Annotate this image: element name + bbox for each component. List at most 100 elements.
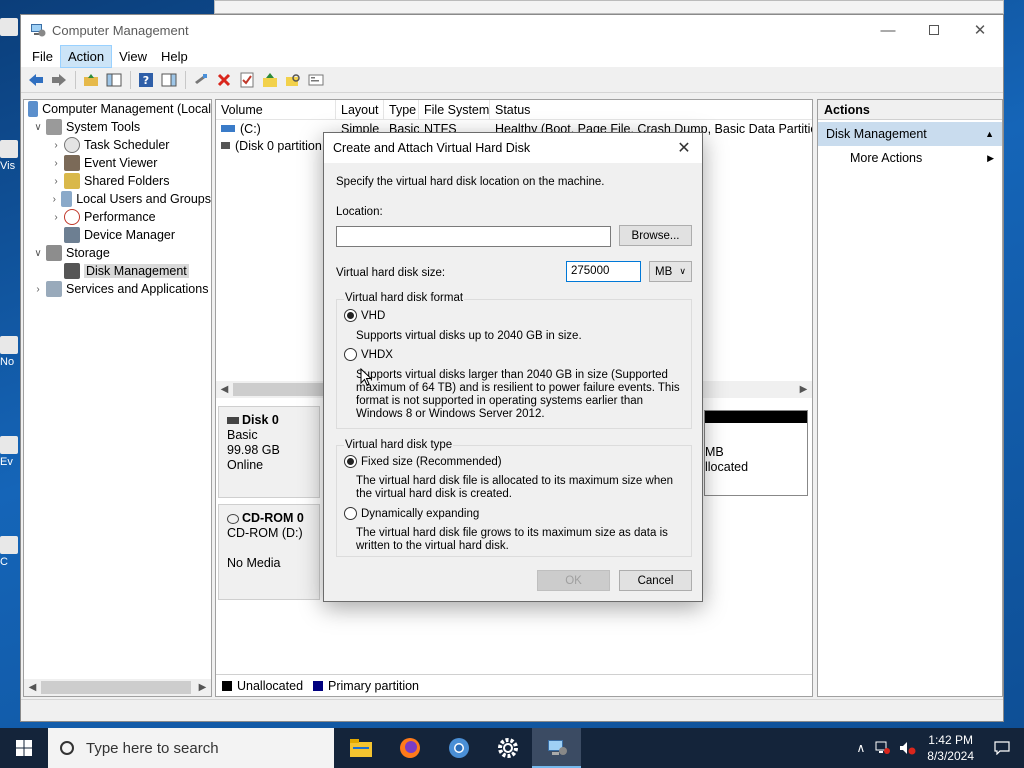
- location-input[interactable]: [336, 226, 611, 247]
- tree-item-disk-management[interactable]: Disk Management: [24, 262, 211, 280]
- taskbar-settings[interactable]: [483, 728, 532, 768]
- volume-cell: (Disk 0 partition: [216, 139, 336, 153]
- toolbar-separator: [75, 70, 76, 89]
- tree-item-storage[interactable]: ∨ Storage: [24, 244, 211, 262]
- tree-item-device-manager[interactable]: Device Manager: [24, 226, 211, 244]
- disk-0-label[interactable]: Disk 0 Basic 99.98 GB Online: [218, 406, 320, 498]
- start-button[interactable]: [0, 728, 48, 768]
- scroll-right-icon[interactable]: ▶: [194, 682, 211, 693]
- tree-item-performance[interactable]: › Performance: [24, 208, 211, 226]
- cancel-button[interactable]: Cancel: [619, 570, 692, 591]
- scrollbar-thumb[interactable]: [233, 383, 323, 396]
- properties-icon: [308, 74, 323, 85]
- cdrom-0-label[interactable]: CD-ROM 0 CD-ROM (D:) No Media: [218, 504, 320, 600]
- desktop-icon[interactable]: No: [0, 336, 22, 368]
- up-folder-button[interactable]: [80, 70, 101, 90]
- chevron-right-icon[interactable]: ›: [50, 158, 62, 169]
- taskbar-chrome[interactable]: [434, 728, 483, 768]
- check-button[interactable]: [236, 70, 257, 90]
- desktop-icon[interactable]: C: [0, 536, 22, 568]
- disk-type: Basic: [227, 428, 258, 442]
- vhdx-radio[interactable]: VHDX: [344, 348, 393, 361]
- menu-view[interactable]: View: [112, 46, 154, 67]
- chevron-up-icon[interactable]: ∧: [856, 741, 865, 755]
- search-folder-button[interactable]: [282, 70, 303, 90]
- taskbar-search[interactable]: Type here to search: [48, 728, 334, 768]
- chevron-down-icon[interactable]: ∨: [32, 248, 44, 259]
- size-input[interactable]: 275000: [566, 261, 641, 282]
- column-header-type[interactable]: Type: [384, 100, 419, 119]
- delete-button[interactable]: [213, 70, 234, 90]
- column-header-file-system[interactable]: File System: [419, 100, 490, 119]
- ok-button[interactable]: OK: [537, 570, 610, 591]
- back-button[interactable]: [25, 70, 46, 90]
- taskbar-firefox[interactable]: [385, 728, 434, 768]
- dynamic-label: Dynamically expanding: [361, 507, 480, 520]
- scroll-left-icon[interactable]: ◀: [24, 682, 41, 693]
- tree-horizontal-scrollbar[interactable]: ◀ ▶: [24, 679, 211, 696]
- connect-button[interactable]: [190, 70, 211, 90]
- dynamic-radio[interactable]: Dynamically expanding: [344, 507, 479, 520]
- chevron-right-icon[interactable]: ›: [50, 140, 62, 151]
- minimize-icon: —: [880, 21, 896, 39]
- column-header-status[interactable]: Status: [490, 100, 812, 119]
- menu-action[interactable]: Action: [59, 44, 113, 68]
- tree-item-computer-management[interactable]: Computer Management (Local: [24, 100, 211, 118]
- fixed-size-radio[interactable]: Fixed size (Recommended): [344, 455, 502, 468]
- tree-item-system-tools[interactable]: ∨ System Tools: [24, 118, 211, 136]
- desktop-icon[interactable]: [0, 18, 22, 38]
- dialog-title-bar[interactable]: Create and Attach Virtual Hard Disk ✕: [324, 133, 702, 163]
- properties-button[interactable]: [305, 70, 326, 90]
- column-header-layout[interactable]: Layout: [336, 100, 384, 119]
- title-bar[interactable]: Computer Management — ✕: [21, 15, 1003, 45]
- browse-button[interactable]: Browse...: [619, 225, 692, 246]
- maximize-button[interactable]: [911, 15, 957, 45]
- desktop-icon[interactable]: Ev: [0, 436, 22, 468]
- menu-help[interactable]: Help: [154, 46, 195, 67]
- tree-item-local-users[interactable]: › Local Users and Groups: [24, 190, 211, 208]
- dialog-title: Create and Attach Virtual Hard Disk: [333, 141, 531, 155]
- chevron-down-icon[interactable]: ∨: [32, 122, 44, 133]
- chevron-right-icon[interactable]: ›: [50, 176, 62, 187]
- cdrom-0-title: CD-ROM 0: [227, 511, 311, 526]
- notifications-button[interactable]: [980, 728, 1024, 768]
- tree-item-services-apps[interactable]: › Services and Applications: [24, 280, 211, 298]
- actions-disk-management[interactable]: Disk Management ▲: [818, 122, 1002, 146]
- svg-text:?: ?: [142, 74, 148, 87]
- scrollbar-thumb[interactable]: [41, 681, 191, 694]
- size-unit-select[interactable]: MB ∨: [649, 261, 692, 282]
- legend-primary-partition: Primary partition: [328, 678, 420, 693]
- minimize-button[interactable]: —: [865, 15, 911, 45]
- desktop-icon[interactable]: Vis: [0, 140, 22, 172]
- show-hide-console-tree-button[interactable]: [103, 70, 124, 90]
- event-viewer-icon: [64, 155, 80, 171]
- dialog-close-button[interactable]: ✕: [672, 136, 696, 160]
- clock[interactable]: 1:42 PM 8/3/2024: [927, 732, 974, 764]
- volume-muted-icon[interactable]: [899, 741, 917, 755]
- help-button[interactable]: ?: [135, 70, 156, 90]
- chevron-right-icon[interactable]: ›: [50, 194, 59, 205]
- column-header-volume[interactable]: Volume: [216, 100, 336, 119]
- vhd-radio[interactable]: VHD: [344, 309, 385, 322]
- network-icon[interactable]: [875, 741, 891, 755]
- tree-item-shared-folders[interactable]: › Shared Folders: [24, 172, 211, 190]
- close-button[interactable]: ✕: [957, 15, 1003, 45]
- taskbar-file-explorer[interactable]: [336, 728, 385, 768]
- tree-item-task-scheduler[interactable]: › Task Scheduler: [24, 136, 211, 154]
- show-hide-action-pane-button[interactable]: [158, 70, 179, 90]
- chevron-right-icon[interactable]: ›: [50, 212, 62, 223]
- chevron-right-icon[interactable]: ›: [32, 284, 44, 295]
- unallocated-region[interactable]: MB llocated: [704, 410, 808, 496]
- desktop-icon-label: C: [0, 556, 8, 568]
- collapse-up-icon[interactable]: ▲: [985, 129, 994, 139]
- more-actions-item[interactable]: More Actions ▶: [818, 146, 1002, 170]
- tree-item-label: Services and Applications: [66, 282, 209, 296]
- scroll-right-icon[interactable]: ▶: [795, 384, 812, 395]
- taskbar-computer-management[interactable]: [532, 728, 581, 768]
- folder-up-button[interactable]: [259, 70, 280, 90]
- scroll-left-icon[interactable]: ◀: [216, 384, 233, 395]
- desktop-icon-label: Ev: [0, 456, 13, 468]
- tree-item-event-viewer[interactable]: › Event Viewer: [24, 154, 211, 172]
- menu-file[interactable]: File: [25, 46, 60, 67]
- forward-button[interactable]: [48, 70, 69, 90]
